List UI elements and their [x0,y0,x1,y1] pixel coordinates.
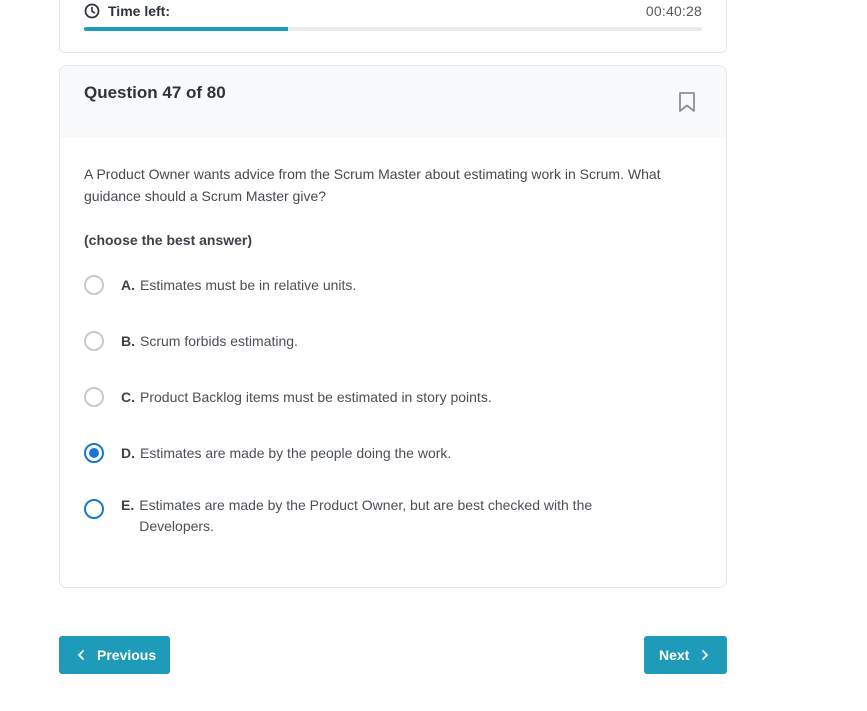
previous-button[interactable]: Previous [59,636,170,674]
option-d[interactable]: D. Estimates are made by the people doin… [84,443,684,464]
question-title: Question 47 of 80 [84,83,226,102]
question-text: A Product Owner wants advice from the Sc… [84,166,661,204]
option-letter: E. [121,497,135,513]
option-label: Product Backlog items must be estimated … [140,389,492,405]
option-b[interactable]: B. Scrum forbids estimating. [84,331,684,352]
option-e-text: E. Estimates are made by the Product Own… [121,495,619,537]
option-c[interactable]: C. Product Backlog items must be estimat… [84,387,684,408]
option-a-text: A. Estimates must be in relative units. [121,275,620,296]
radio-option-e[interactable] [84,499,104,519]
chevron-right-icon [702,650,709,660]
option-a[interactable]: A. Estimates must be in relative units. [84,275,684,296]
radio-option-d[interactable] [84,443,104,463]
option-label: Estimates are made by the people doing t… [140,445,452,461]
option-letter: D. [121,445,135,461]
radio-option-c[interactable] [84,387,104,407]
option-d-text: D. Estimates are made by the people doin… [121,443,620,464]
option-letter: A. [121,277,135,293]
previous-label: Previous [97,647,157,663]
bookmark-icon[interactable] [678,91,696,113]
timer-card: Time left: 00:40:28 [59,0,727,53]
option-letter: C. [121,389,135,405]
time-progress-bar [84,27,702,31]
chevron-left-icon [78,650,84,660]
clock-icon [84,3,100,19]
option-c-text: C. Product Backlog items must be estimat… [121,387,620,408]
option-e[interactable]: E. Estimates are made by the Product Own… [84,495,684,537]
option-label: Scrum forbids estimating. [140,333,298,349]
next-button[interactable]: Next [644,636,727,674]
answer-instruction: (choose the best answer) [84,232,253,248]
option-label: Estimates are made by the Product Owner,… [139,497,593,534]
option-letter: B. [121,333,135,349]
timer-row: Time left: 00:40:28 [84,1,702,21]
option-label: Estimates must be in relative units. [140,277,357,293]
time-progress-fill [84,27,288,31]
option-b-text: B. Scrum forbids estimating. [121,331,620,352]
radio-option-b[interactable] [84,331,104,351]
radio-option-a[interactable] [84,275,104,295]
question-card: Question 47 of 80 A Product Owner wants … [59,65,727,588]
question-header: Question 47 of 80 [60,66,726,138]
next-label: Next [659,647,690,663]
timer-label: Time left: [108,3,170,19]
timer-value: 00:40:28 [645,3,702,19]
